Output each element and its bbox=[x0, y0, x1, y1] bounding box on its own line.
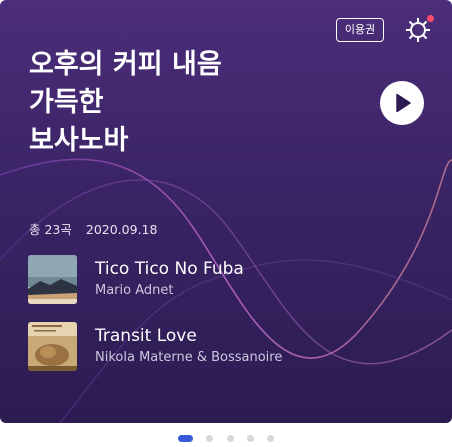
page-indicator bbox=[0, 428, 452, 442]
play-icon bbox=[396, 93, 411, 113]
playlist-card[interactable]: 이용권 오후의 커피 내음 가득한 보사노바 총 23곡 2020.09.18 bbox=[0, 0, 452, 423]
track-artist: Nikola Materne & Bossanoire bbox=[95, 350, 283, 365]
track-artist: Mario Adnet bbox=[95, 283, 174, 298]
ticket-button[interactable]: 이용권 bbox=[336, 18, 384, 42]
page-dot[interactable] bbox=[246, 435, 254, 442]
notification-dot bbox=[427, 15, 434, 22]
playlist-title: 오후의 커피 내음 가득한 보사노바 bbox=[29, 49, 222, 156]
album-art-seaside bbox=[28, 255, 77, 304]
track-title: Transit Love bbox=[95, 326, 197, 346]
page-dot-active[interactable] bbox=[178, 435, 194, 442]
page-dot[interactable] bbox=[226, 435, 234, 442]
track-title: Tico Tico No Fuba bbox=[95, 259, 244, 279]
playlist-meta: 총 23곡 2020.09.18 bbox=[29, 219, 157, 238]
settings-button[interactable] bbox=[403, 15, 434, 45]
track-row[interactable]: Tico Tico No Fuba Mario Adnet bbox=[28, 255, 428, 305]
album-art-sepia bbox=[28, 322, 77, 371]
play-button[interactable] bbox=[380, 81, 424, 125]
page-dot[interactable] bbox=[266, 435, 274, 442]
playlist-date: 2020.09.18 bbox=[85, 222, 158, 237]
page-dot[interactable] bbox=[206, 435, 214, 442]
track-row[interactable]: Transit Love Nikola Materne & Bossanoire bbox=[28, 322, 428, 372]
track-count: 총 23곡 bbox=[29, 222, 72, 237]
